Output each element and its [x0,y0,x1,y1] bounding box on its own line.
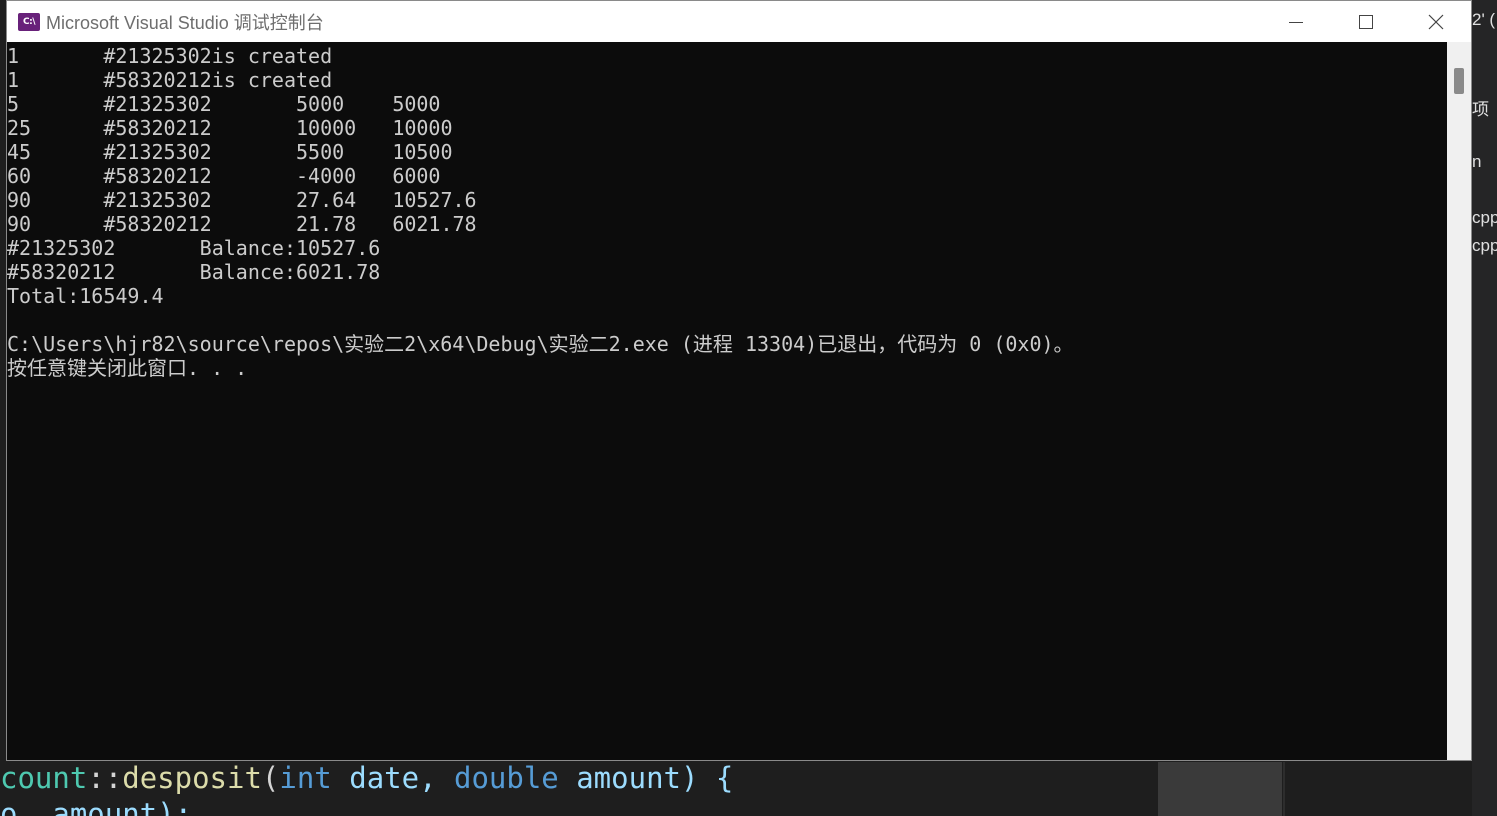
console-line: 按任意键关闭此窗口. . . [7,356,248,380]
console-line: Total:16549.4 [7,284,164,308]
ide-panel-item[interactable]: cpp [1472,208,1497,228]
ide-panel-title: 2' ( [1472,10,1496,29]
close-button[interactable] [1401,1,1471,42]
window-titlebar[interactable]: C:\ Microsoft Visual Studio 调试控制台 [7,1,1471,42]
visual-studio-icon: C:\ [18,12,40,31]
ide-panel-item[interactable]: cpp [1472,236,1497,256]
code-token-param: o amount); [0,797,193,816]
code-token-param: amount) { [558,761,734,795]
console-line: 25 #58320212 10000 10000 [7,116,453,140]
close-icon [1428,14,1444,29]
window-title: Microsoft Visual Studio 调试控制台 [46,12,324,33]
ide-code-line: o amount); [0,796,192,816]
code-token-param: date, [331,761,454,795]
ide-panel-item[interactable]: n [1472,152,1481,172]
minimize-icon [1289,21,1303,23]
console-line: 90 #58320212 21.78 6021.78 [7,212,477,236]
console-output[interactable]: 1 #21325302is created 1 #58320212is crea… [7,42,1447,760]
ide-panel-item[interactable]: 项 [1472,95,1489,120]
ide-solution-explorer[interactable]: 2' ( 项 n cpp cpp [1472,0,1497,816]
console-line: 90 #21325302 27.64 10527.6 [7,188,477,212]
ide-scrollbar-region [1158,762,1282,816]
debug-console-window[interactable]: C:\ Microsoft Visual Studio 调试控制台 1 #213… [6,0,1472,761]
code-token-scope: :: [87,761,123,795]
desktop: count::desposit(int date, double amount)… [0,0,1497,816]
console-line: 1 #58320212is created [7,68,333,92]
window-controls [1261,1,1471,42]
console-line: 60 #58320212 -4000 6000 [7,164,441,188]
console-line: 45 #21325302 5500 10500 [7,140,453,164]
maximize-icon [1359,14,1373,29]
code-token-paren: ( [261,761,280,795]
code-token-keyword: double [454,761,559,795]
console-line: #58320212 Balance:6021.78 [7,260,381,284]
scrollbar-thumb[interactable] [1454,68,1464,94]
console-line: C:\Users\hjr82\source\repos\实验二2\x64\Deb… [7,332,1074,356]
ide-code-line: count::desposit(int date, double amount)… [0,760,733,796]
maximize-button[interactable] [1331,1,1401,42]
minimize-button[interactable] [1261,1,1331,42]
code-token-type: count [0,761,88,795]
console-line: #21325302 Balance:10527.6 [7,236,381,260]
ide-divider [1283,762,1285,816]
code-token-keyword: int [279,761,332,795]
console-scrollbar[interactable] [1447,42,1471,760]
console-line: 1 #21325302is created [7,44,333,68]
console-line: 5 #21325302 5000 5000 [7,92,441,116]
code-token-function: desposit [122,761,262,795]
